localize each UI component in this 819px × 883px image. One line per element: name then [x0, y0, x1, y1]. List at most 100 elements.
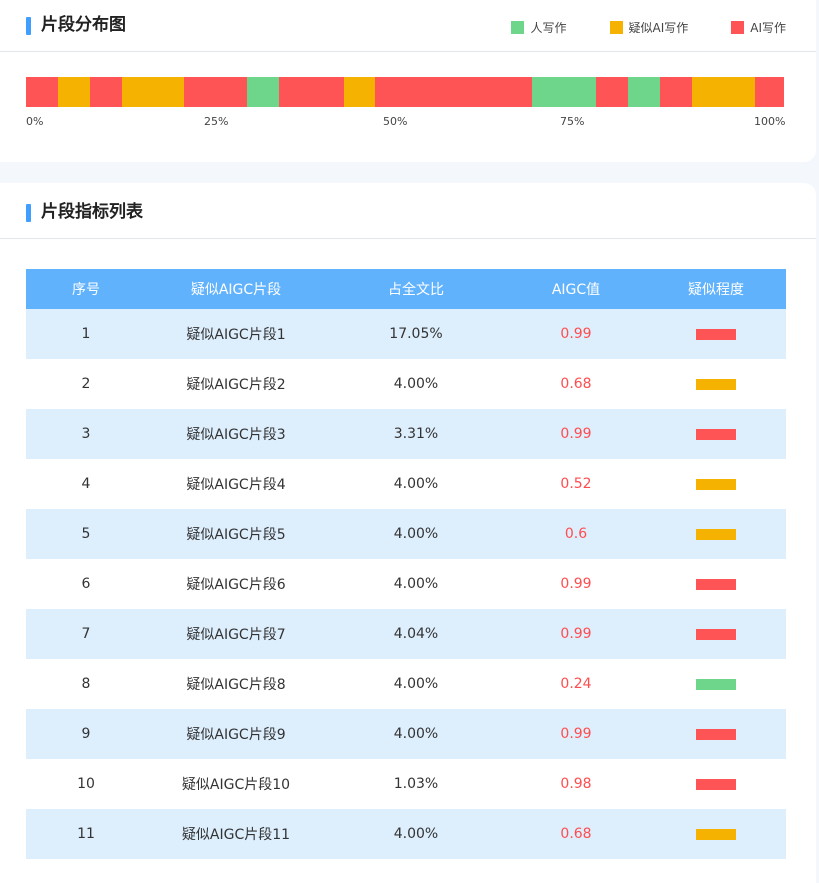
cell-ratio: 17.05% — [389, 326, 443, 342]
cell-segment: 疑似AIGC片段2 — [186, 377, 286, 393]
legend-item-ai: AI写作 — [731, 19, 786, 36]
cell-level — [646, 459, 786, 509]
distribution-segment-human[interactable] — [628, 77, 660, 107]
legend: 人写作 疑似AI写作 AI写作 — [511, 19, 786, 36]
cell-index: 2 — [81, 376, 91, 392]
legend-label-suspected: 疑似AI写作 — [628, 21, 689, 35]
level-indicator-ai — [696, 578, 736, 590]
cell-level — [646, 559, 786, 609]
level-indicator-suspected — [696, 528, 736, 540]
cell-ratio: 1.03% — [393, 776, 439, 792]
legend-swatch-ai — [731, 21, 745, 34]
table-row[interactable]: 8 疑似AIGC片段8 4.00% 0.24 — [26, 659, 786, 709]
cell-aigc: 0.99 — [560, 626, 592, 642]
cell-level — [646, 659, 786, 709]
axis-label-50: 50% — [383, 115, 408, 128]
distribution-header: 片段分布图 人写作 疑似AI写作 AI写作 — [0, 0, 816, 52]
cell-aigc: 0.68 — [560, 826, 592, 842]
column-header-index: 序号 — [72, 282, 100, 298]
cell-index: 5 — [81, 526, 91, 542]
cell-aigc: 0.99 — [560, 726, 592, 742]
table-row[interactable]: 6 疑似AIGC片段6 4.00% 0.99 — [26, 559, 786, 609]
cell-index: 3 — [81, 426, 91, 442]
cell-ratio: 3.31% — [393, 426, 439, 442]
axis-label-100: 100% — [754, 115, 786, 128]
distribution-segment-ai[interactable] — [755, 77, 784, 107]
axis-label-75: 75% — [560, 115, 585, 128]
distribution-segment-ai[interactable] — [596, 77, 628, 107]
cell-level — [646, 709, 786, 759]
cell-level — [646, 809, 786, 859]
distribution-segment-ai[interactable] — [184, 77, 247, 107]
axis-label-25: 25% — [204, 115, 229, 128]
segment-list-title: 片段指标列表 — [41, 202, 143, 222]
cell-aigc: 0.99 — [560, 426, 592, 442]
legend-swatch-human — [511, 21, 525, 34]
distribution-segment-ai[interactable] — [375, 77, 532, 107]
level-indicator-ai — [696, 728, 736, 740]
distribution-bar — [26, 77, 784, 107]
table-row[interactable]: 7 疑似AIGC片段7 4.04% 0.99 — [26, 609, 786, 659]
cell-segment: 疑似AIGC片段6 — [186, 577, 286, 593]
cell-aigc: 0.99 — [560, 576, 592, 592]
cell-index: 11 — [77, 826, 95, 842]
cell-segment: 疑似AIGC片段11 — [181, 827, 291, 843]
axis-label-0: 0% — [26, 115, 44, 128]
cell-level — [646, 309, 786, 359]
table-row[interactable]: 9 疑似AIGC片段9 4.00% 0.99 — [26, 709, 786, 759]
cell-ratio: 4.00% — [393, 826, 439, 842]
table-row[interactable]: 2 疑似AIGC片段2 4.00% 0.68 — [26, 359, 786, 409]
column-header-segment: 疑似AIGC片段 — [190, 282, 282, 298]
cell-index: 1 — [81, 326, 91, 342]
segment-table: 序号 疑似AIGC片段 占全文比 AIGC值 疑似程度 1 疑似AIGC片段1 17… — [26, 269, 786, 859]
cell-segment: 疑似AIGC片段7 — [186, 627, 286, 643]
distribution-segment-ai[interactable] — [26, 77, 58, 107]
cell-index: 10 — [77, 776, 95, 792]
cell-segment: 疑似AIGC片段4 — [186, 477, 286, 493]
cell-level — [646, 609, 786, 659]
table-row[interactable]: 3 疑似AIGC片段3 3.31% 0.99 — [26, 409, 786, 459]
cell-level — [646, 509, 786, 559]
table-row[interactable]: 11 疑似AIGC片段11 4.00% 0.68 — [26, 809, 786, 859]
table-body: 1 疑似AIGC片段1 17.05% 0.99 2 疑似AIGC片段2 4.00% 0.68 3… — [26, 309, 786, 859]
level-indicator-suspected — [696, 478, 736, 490]
legend-item-human: 人写作 — [511, 19, 567, 36]
title-accent-bar — [26, 204, 31, 222]
cell-ratio: 4.04% — [393, 626, 439, 642]
segment-list-card: 片段指标列表 序号 疑似AIGC片段 占全文比 AIGC值 疑似程度 1 疑似AI… — [0, 183, 816, 883]
cell-index: 9 — [81, 726, 91, 742]
cell-segment: 疑似AIGC片段3 — [186, 427, 286, 443]
title-accent-bar — [26, 17, 31, 35]
segment-list-header: 片段指标列表 — [0, 183, 816, 239]
table-header-row: 序号 疑似AIGC片段 占全文比 AIGC值 疑似程度 — [26, 269, 786, 309]
distribution-segment-ai[interactable] — [660, 77, 692, 107]
legend-label-ai: AI写作 — [750, 21, 786, 35]
cell-index: 6 — [81, 576, 91, 592]
table-row[interactable]: 5 疑似AIGC片段5 4.00% 0.6 — [26, 509, 786, 559]
cell-ratio: 4.00% — [393, 676, 439, 692]
cell-index: 8 — [81, 676, 91, 692]
cell-aigc: 0.68 — [560, 376, 592, 392]
distribution-segment-suspected[interactable] — [122, 77, 184, 107]
cell-level — [646, 759, 786, 809]
cell-ratio: 4.00% — [393, 376, 439, 392]
cell-segment: 疑似AIGC片段9 — [186, 727, 286, 743]
cell-segment: 疑似AIGC片段1 — [186, 327, 286, 343]
distribution-segment-suspected[interactable] — [344, 77, 375, 107]
legend-swatch-suspected — [609, 21, 623, 34]
table-row[interactable]: 10 疑似AIGC片段10 1.03% 0.98 — [26, 759, 786, 809]
distribution-segment-human[interactable] — [532, 77, 596, 107]
distribution-segment-suspected[interactable] — [58, 77, 90, 107]
distribution-segment-ai[interactable] — [279, 77, 344, 107]
table-row[interactable]: 4 疑似AIGC片段4 4.00% 0.52 — [26, 459, 786, 509]
distribution-segment-human[interactable] — [247, 77, 279, 107]
cell-segment: 疑似AIGC片段5 — [186, 527, 286, 543]
table-row[interactable]: 1 疑似AIGC片段1 17.05% 0.99 — [26, 309, 786, 359]
level-indicator-ai — [696, 628, 736, 640]
level-indicator-suspected — [696, 378, 736, 390]
column-header-level: 疑似程度 — [688, 282, 744, 298]
distribution-segment-suspected[interactable] — [692, 77, 755, 107]
legend-item-suspected: 疑似AI写作 — [609, 19, 689, 36]
level-indicator-ai — [696, 428, 736, 440]
distribution-segment-ai[interactable] — [90, 77, 122, 107]
